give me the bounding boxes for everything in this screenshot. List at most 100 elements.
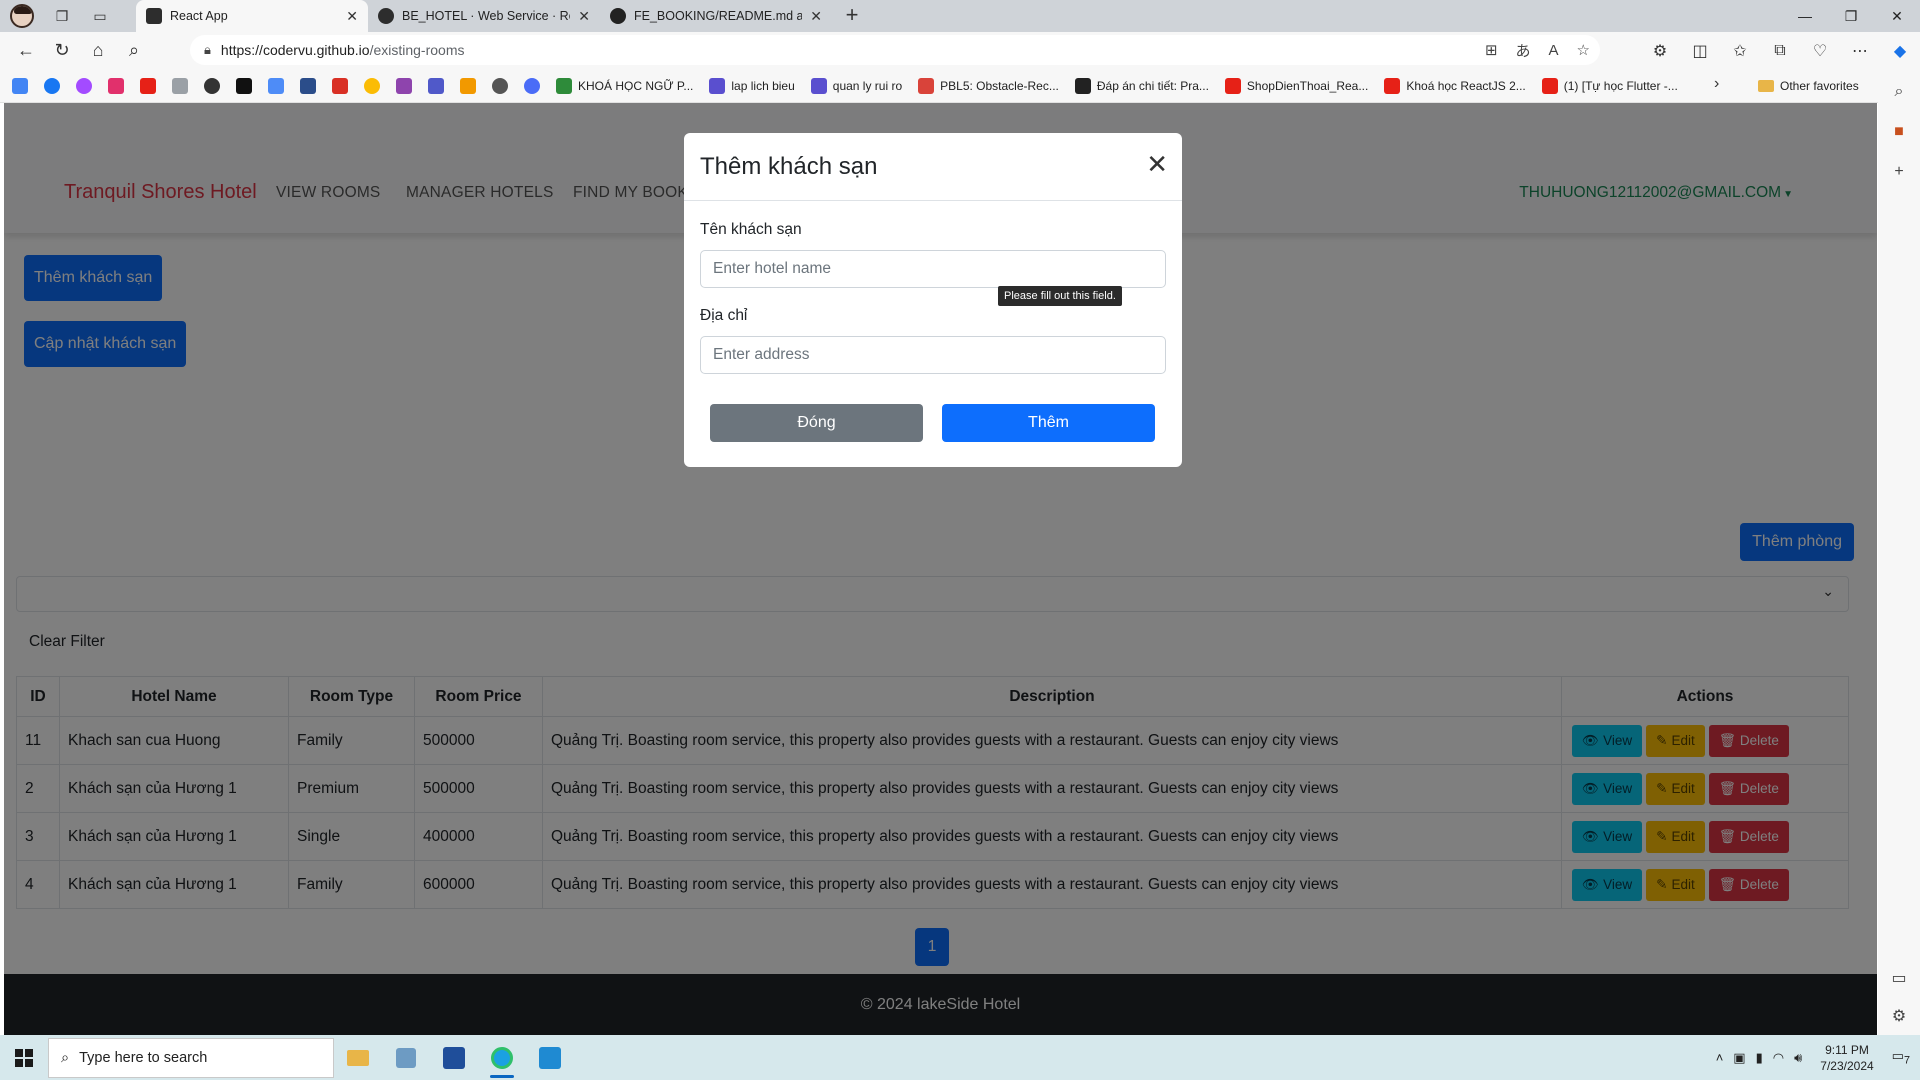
- close-icon[interactable]: ✕: [1146, 151, 1168, 177]
- minimize-icon[interactable]: —: [1782, 0, 1828, 32]
- start-button[interactable]: [0, 1035, 48, 1080]
- search-icon[interactable]: ⌕: [1888, 81, 1910, 103]
- bookmark-item[interactable]: quan ly rui ro: [810, 77, 902, 94]
- bookmark-icon[interactable]: [460, 77, 476, 94]
- bookmark-label: lap lich bieu: [731, 78, 795, 93]
- modal-header: Thêm khách sạn ✕: [684, 133, 1182, 201]
- bookmark-label: (1) [Tự học Flutter -...: [1563, 78, 1678, 93]
- app-icon[interactable]: [382, 1035, 430, 1080]
- workspaces-icon[interactable]: ❐: [52, 6, 72, 26]
- edge-icon[interactable]: [478, 1035, 526, 1080]
- taskbar-search[interactable]: ⌕ Type here to search: [48, 1037, 334, 1078]
- render-favicon-icon: [378, 8, 394, 24]
- file-explorer-icon[interactable]: [334, 1035, 382, 1080]
- read-aloud-icon[interactable]: A: [1549, 42, 1559, 59]
- url-path: /existing-rooms: [369, 42, 465, 58]
- extensions-icon[interactable]: ⚙: [1640, 35, 1680, 67]
- hotel-name-input[interactable]: [700, 250, 1166, 288]
- close-window-icon[interactable]: ✕: [1874, 0, 1920, 32]
- address-label: Địa chỉ: [700, 307, 748, 324]
- refresh-icon[interactable]: ↻: [44, 35, 80, 67]
- teams-bookmark-icon[interactable]: [428, 77, 444, 94]
- address-input[interactable]: [700, 336, 1166, 374]
- browser-tab-bar: ❐ ▭ React App ✕ BE_HOTEL · Web Service ·…: [0, 0, 1920, 32]
- chevron-up-icon[interactable]: ˄: [1716, 1050, 1724, 1065]
- collections-icon[interactable]: ⧉: [1760, 35, 1800, 67]
- vscode-icon[interactable]: [526, 1035, 574, 1080]
- instagram-bookmark-icon[interactable]: [108, 77, 124, 94]
- bookmark-item[interactable]: Khoá học ReactJS 2...: [1384, 77, 1526, 94]
- close-tab-icon[interactable]: ✕: [810, 8, 822, 25]
- home-icon[interactable]: ⌂: [80, 35, 116, 67]
- translate-icon[interactable]: あ: [1516, 40, 1531, 61]
- bookmark-icon[interactable]: [172, 77, 188, 94]
- tab-react-app[interactable]: React App ✕: [136, 0, 368, 32]
- split-screen-icon[interactable]: ◫: [1680, 35, 1720, 67]
- screen-icon[interactable]: ▭: [1888, 967, 1910, 989]
- clock[interactable]: 9:11 PM 7/23/2024: [1820, 1042, 1873, 1074]
- google-bookmark-icon[interactable]: [12, 77, 28, 94]
- lock-icon[interactable]: 🔒︎: [204, 42, 211, 58]
- app-icon[interactable]: [430, 1035, 478, 1080]
- bookmark-icon[interactable]: [236, 77, 252, 94]
- tools-icon[interactable]: ■: [1888, 121, 1910, 143]
- copilot-icon[interactable]: ◆: [1880, 35, 1920, 67]
- chevron-right-icon[interactable]: ›: [1714, 75, 1719, 93]
- url-host: https://codervu.github.io: [220, 42, 370, 58]
- submit-button[interactable]: Thêm: [942, 404, 1155, 442]
- network-device-icon[interactable]: ▣: [1733, 1050, 1745, 1066]
- clock-time: 9:11 PM: [1825, 1042, 1869, 1057]
- gmail-bookmark-icon[interactable]: [332, 77, 348, 94]
- notification-icon[interactable]: ▭7: [1892, 1048, 1910, 1067]
- close-tab-icon[interactable]: ✕: [578, 8, 590, 25]
- tab-actions-icon[interactable]: ▭: [90, 6, 110, 26]
- more-menu-icon[interactable]: ⋯: [1840, 35, 1880, 67]
- bookmark-item[interactable]: (1) [Tự học Flutter -...: [1541, 77, 1678, 94]
- bookmark-icon: [556, 77, 572, 94]
- settings-icon[interactable]: ⚙: [1888, 1005, 1910, 1027]
- favorites-icon[interactable]: ✩: [1720, 35, 1760, 67]
- bookmark-icon[interactable]: [524, 77, 540, 94]
- windows-taskbar: ⌕ Type here to search ˄ ▣ ▮ ◠ 🔊︎ 9:11 PM…: [0, 1035, 1920, 1080]
- youtube-bookmark-icon[interactable]: [140, 77, 156, 94]
- bookmark-item[interactable]: Đáp án chi tiết: Pra...: [1074, 77, 1209, 94]
- volume-icon[interactable]: 🔊︎: [1794, 1050, 1802, 1066]
- bookmark-icon[interactable]: [396, 77, 412, 94]
- clock-date: 7/23/2024: [1820, 1058, 1874, 1073]
- bookmark-label: PBL5: Obstacle-Rec...: [940, 78, 1059, 93]
- favorite-star-icon[interactable]: ☆: [1577, 41, 1590, 59]
- tab-fe-booking[interactable]: FE_BOOKING/README.md at de ✕: [600, 0, 832, 32]
- close-tab-icon[interactable]: ✕: [346, 8, 358, 25]
- bookmark-icon: [918, 77, 935, 94]
- messenger-bookmark-icon[interactable]: [76, 77, 92, 94]
- close-button[interactable]: Đóng: [710, 404, 923, 442]
- chatgpt-bookmark-icon[interactable]: [204, 77, 220, 94]
- performance-icon[interactable]: ♡: [1800, 35, 1840, 67]
- bookmark-item[interactable]: KHOÁ HỌC NGỮ P...: [556, 77, 693, 94]
- back-icon[interactable]: ←: [8, 35, 44, 67]
- hotel-name-label: Tên khách sạn: [700, 221, 802, 238]
- profile-avatar[interactable]: [10, 4, 34, 28]
- github-bookmark-icon[interactable]: [492, 77, 508, 94]
- other-favorites[interactable]: Other favorites: [1758, 69, 1859, 103]
- new-tab-button[interactable]: +: [838, 2, 866, 30]
- gemini-bookmark-icon[interactable]: [268, 77, 284, 94]
- app-available-icon[interactable]: ⊞: [1485, 41, 1498, 59]
- bookmark-item[interactable]: ShopDienThoai_Rea...: [1224, 77, 1368, 94]
- restore-icon[interactable]: ❐: [1828, 0, 1874, 32]
- bookmark-icon[interactable]: [300, 77, 316, 94]
- tab-be-hotel[interactable]: BE_HOTEL · Web Service · Rende ✕: [368, 0, 600, 32]
- google-bookmark-icon[interactable]: [364, 77, 380, 94]
- add-icon[interactable]: +: [1888, 161, 1910, 183]
- wifi-icon[interactable]: ◠: [1773, 1050, 1784, 1066]
- bookmark-item[interactable]: lap lich bieu: [709, 77, 795, 94]
- url-field[interactable]: 🔒︎ https://codervu.github.io /existing-r…: [190, 35, 1600, 65]
- bookmark-item[interactable]: PBL5: Obstacle-Rec...: [918, 77, 1059, 94]
- react-favicon-icon: [146, 8, 162, 24]
- search-icon[interactable]: ⌕: [116, 35, 152, 67]
- facebook-bookmark-icon[interactable]: [44, 77, 60, 94]
- tab-title: FE_BOOKING/README.md at de: [634, 9, 803, 23]
- url-actions: ⊞ あ A ☆: [1485, 35, 1590, 65]
- battery-icon[interactable]: ▮: [1756, 1050, 1763, 1066]
- bookmark-icon: [810, 77, 827, 94]
